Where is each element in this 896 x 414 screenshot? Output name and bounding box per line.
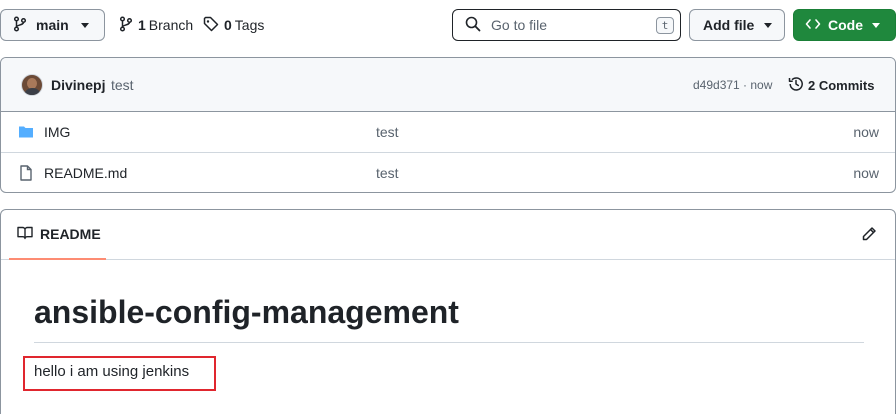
table-row[interactable]: IMG test now xyxy=(1,112,895,153)
chevron-down-icon xyxy=(872,22,880,28)
pencil-icon[interactable] xyxy=(861,226,877,245)
file-name[interactable]: README.md xyxy=(44,165,127,181)
branches-word: Branch xyxy=(148,17,194,33)
commits-count-label: 2 Commits xyxy=(808,78,875,93)
avatar[interactable] xyxy=(21,74,43,96)
chevron-down-icon xyxy=(80,22,89,28)
code-button[interactable]: Code xyxy=(793,9,896,41)
code-icon xyxy=(805,16,821,35)
tab-readme[interactable]: README xyxy=(9,210,106,260)
chevron-down-icon xyxy=(764,22,773,28)
folder-icon xyxy=(18,124,34,143)
branch-select-button[interactable]: main xyxy=(0,9,105,41)
tags-count: 0 xyxy=(224,17,232,33)
history-icon xyxy=(788,76,804,95)
file-age: now xyxy=(853,124,879,140)
keyboard-shortcut-hint: t xyxy=(656,17,674,34)
file-age: now xyxy=(853,165,879,181)
branch-name: main xyxy=(36,17,69,33)
heading-divider xyxy=(34,342,864,343)
commit-hash-time[interactable]: d49d371 · now xyxy=(693,78,772,92)
latest-commit-bar: Divinepj test d49d371 · now 2 Commits xyxy=(1,58,895,112)
readme-header: README xyxy=(1,210,895,260)
annotation-highlight-box xyxy=(23,356,216,391)
git-branch-icon xyxy=(13,15,27,35)
file-icon xyxy=(18,165,34,184)
file-name[interactable]: IMG xyxy=(44,124,70,140)
tag-icon xyxy=(203,16,219,35)
readme-heading: ansible-config-management xyxy=(34,294,459,330)
table-row[interactable]: README.md test now xyxy=(1,153,895,192)
file-commit-message[interactable]: test xyxy=(376,165,399,181)
git-branch-icon xyxy=(119,15,133,35)
tags-link[interactable]: 0 Tags xyxy=(203,9,264,41)
add-file-button[interactable]: Add file xyxy=(689,9,785,41)
commit-message[interactable]: test xyxy=(111,77,134,93)
add-file-label: Add file xyxy=(703,17,755,33)
book-icon xyxy=(17,225,33,244)
file-browser: Divinepj test d49d371 · now 2 Commits IM… xyxy=(0,57,896,193)
tab-readme-label: README xyxy=(40,226,101,242)
search-icon xyxy=(465,16,481,35)
branches-count: 1 xyxy=(138,17,146,33)
branches-link[interactable]: 1 Branch xyxy=(119,9,193,41)
commit-author[interactable]: Divinepj xyxy=(51,77,105,93)
tags-word: Tags xyxy=(234,17,265,33)
code-label: Code xyxy=(828,17,863,33)
commits-history-link[interactable]: 2 Commits xyxy=(788,76,874,95)
file-commit-message[interactable]: test xyxy=(376,124,399,140)
search-placeholder: Go to file xyxy=(491,17,548,33)
go-to-file-input[interactable]: Go to file t xyxy=(452,9,681,41)
repo-toolbar: main 1 Branch 0 Tags Go to file t Add fi… xyxy=(0,9,896,41)
readme-panel: README ansible-config-management hello i… xyxy=(0,209,896,414)
